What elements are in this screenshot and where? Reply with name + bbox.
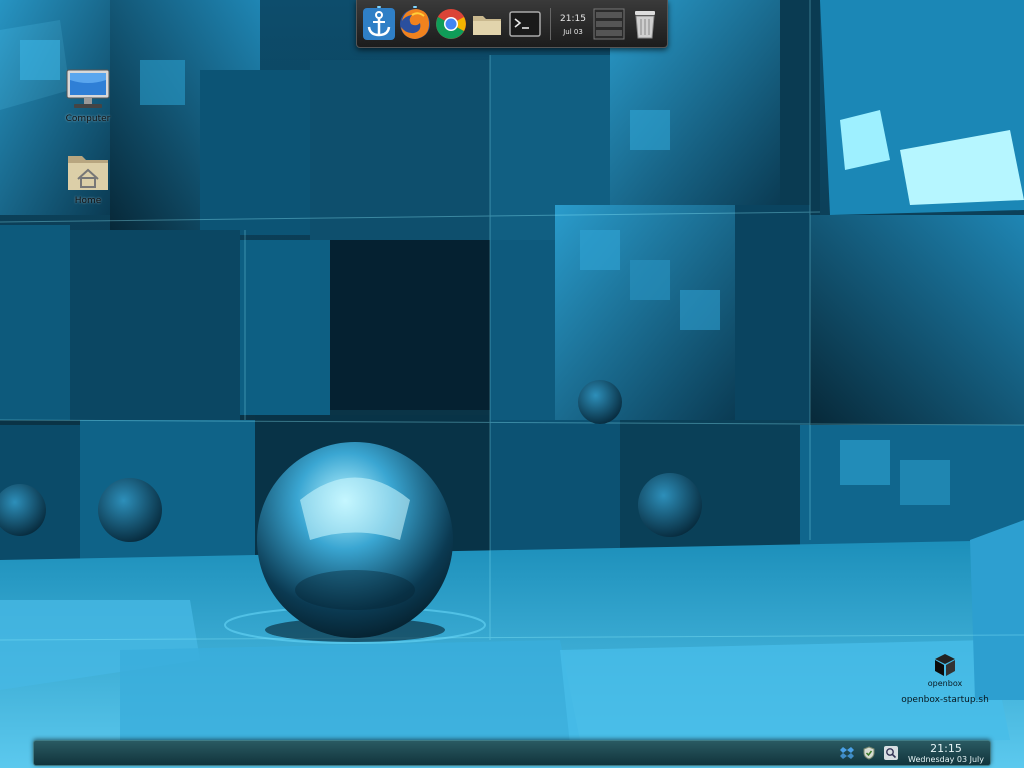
running-indicator xyxy=(413,6,417,8)
desktop-wallpaper xyxy=(0,0,1024,768)
firefox-icon xyxy=(400,9,430,39)
list-icon xyxy=(593,8,625,40)
panel-clock[interactable]: 21:15 Wednesday 03 July xyxy=(906,742,986,765)
anchor-launcher[interactable] xyxy=(361,6,397,42)
file-manager-launcher[interactable] xyxy=(469,6,505,42)
firefox-launcher[interactable] xyxy=(397,6,433,42)
desktop-icon-label: openbox-startup.sh xyxy=(901,695,989,705)
window-list[interactable] xyxy=(591,6,627,42)
dropbox-icon[interactable] xyxy=(840,746,854,760)
dock-separator xyxy=(550,8,551,40)
panel-clock-date: Wednesday 03 July xyxy=(908,755,984,764)
folder-icon xyxy=(473,16,501,35)
search-icon[interactable] xyxy=(884,746,898,760)
home-folder-icon xyxy=(68,156,108,190)
monitor-icon xyxy=(66,69,110,108)
openbox-logo-text: openbox xyxy=(927,679,963,688)
chrome-launcher[interactable] xyxy=(433,6,469,42)
desktop-icon-openbox-startup[interactable]: openbox openbox-startup.sh xyxy=(890,652,1000,705)
openbox-logo-icon xyxy=(935,654,955,676)
terminal-launcher[interactable] xyxy=(507,6,543,42)
panel-clock-time: 21:15 xyxy=(930,742,962,755)
dock-clock[interactable]: 21:15 Jul 03 xyxy=(555,8,591,40)
trash-icon xyxy=(635,11,655,39)
bottom-panel: 21:15 Wednesday 03 July xyxy=(33,740,991,766)
top-dock: 21:15 Jul 03 xyxy=(356,0,668,48)
chrome-icon xyxy=(436,9,466,39)
shield-icon[interactable] xyxy=(862,746,876,760)
desktop-icon-label: Computer xyxy=(65,114,111,124)
dock-clock-date: Jul 03 xyxy=(563,28,583,36)
dock-clock-time: 21:15 xyxy=(560,14,586,24)
desktop-icon-label: Home xyxy=(74,196,102,206)
anchor-icon xyxy=(363,8,395,40)
trash[interactable] xyxy=(627,6,663,42)
desktop-icon-computer[interactable]: Computer xyxy=(58,68,118,124)
running-indicator xyxy=(377,6,381,8)
terminal-icon xyxy=(509,11,541,37)
desktop-icon-home[interactable]: Home xyxy=(58,150,118,206)
